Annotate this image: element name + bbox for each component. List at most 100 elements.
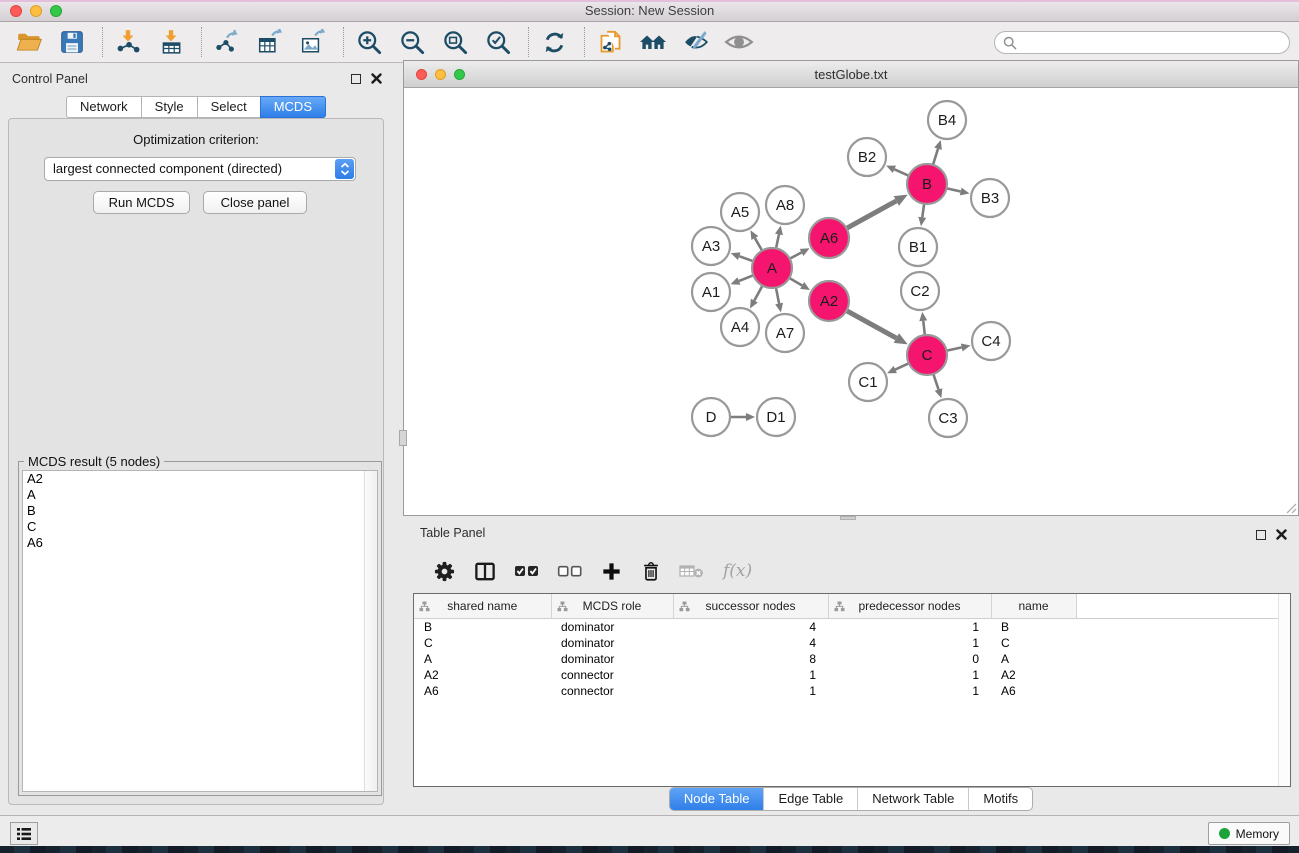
node-table: shared nameMCDS rolesuccessor nodesprede… — [414, 594, 1291, 699]
cell-MCDS-role[interactable]: connector — [551, 683, 673, 699]
graph-edge-A6-B[interactable] — [845, 201, 897, 229]
cell-predecessor-nodes[interactable]: 1 — [828, 667, 991, 683]
cell-name[interactable]: C — [991, 635, 1076, 651]
mcds-result-list: A2ABCA6 — [22, 470, 378, 792]
cell-shared-name[interactable]: B — [414, 618, 551, 635]
memory-button[interactable]: Memory — [1208, 822, 1290, 845]
column-header-successor-nodes[interactable]: successor nodes — [673, 594, 828, 618]
cell-predecessor-nodes[interactable]: 1 — [828, 683, 991, 699]
window-resize-grip[interactable] — [1284, 501, 1297, 514]
table-row[interactable]: Adominator80A — [414, 651, 1291, 667]
select-all-icon[interactable] — [514, 557, 540, 585]
tab-edge-table[interactable]: Edge Table — [763, 788, 857, 810]
tab-mcds[interactable]: MCDS — [260, 96, 326, 118]
tab-style[interactable]: Style — [141, 96, 198, 118]
close-table-panel-icon[interactable] — [1276, 529, 1287, 540]
tab-network[interactable]: Network — [66, 96, 142, 118]
cell-shared-name[interactable]: A6 — [414, 683, 551, 699]
settings-gear-icon[interactable] — [433, 557, 456, 585]
graph-node-label: C3 — [938, 410, 957, 427]
float-panel-icon[interactable] — [351, 74, 361, 84]
delete-table-icon[interactable] — [679, 557, 704, 585]
column-header-MCDS-role[interactable]: MCDS role — [551, 594, 673, 618]
refresh-layout-icon[interactable] — [539, 27, 569, 57]
cell-MCDS-role[interactable]: dominator — [551, 618, 673, 635]
arrowhead-icon — [731, 277, 741, 284]
graph-edge-A2-C[interactable] — [845, 310, 897, 338]
cell-MCDS-role[interactable]: dominator — [551, 651, 673, 667]
cell-shared-name[interactable]: C — [414, 635, 551, 651]
show-hide-details-icon[interactable] — [724, 27, 754, 57]
task-history-button[interactable] — [10, 822, 38, 845]
network-window-titlebar[interactable]: testGlobe.txt — [404, 61, 1298, 88]
graph-node-label: D — [706, 409, 717, 426]
add-column-icon[interactable] — [600, 557, 623, 585]
export-image-icon[interactable] — [298, 27, 328, 57]
list-scrollbar[interactable] — [364, 471, 377, 791]
cell-name[interactable]: A6 — [991, 683, 1076, 699]
cell-MCDS-role[interactable]: connector — [551, 667, 673, 683]
column-header-predecessor-nodes[interactable]: predecessor nodes — [828, 594, 991, 618]
criterion-select[interactable]: largest connected component (directed) — [44, 157, 356, 181]
tab-network-table[interactable]: Network Table — [857, 788, 968, 810]
import-table-icon[interactable] — [156, 27, 186, 57]
cell-MCDS-role[interactable]: dominator — [551, 635, 673, 651]
cell-successor-nodes[interactable]: 4 — [673, 635, 828, 651]
zoom-selected-icon[interactable] — [483, 27, 513, 57]
export-table-icon[interactable] — [255, 27, 285, 57]
deselect-all-icon[interactable] — [557, 557, 583, 585]
graph-node-label: A4 — [731, 319, 749, 336]
search-input[interactable] — [994, 31, 1290, 54]
tab-select[interactable]: Select — [197, 96, 261, 118]
app-titlebar: Session: New Session — [0, 0, 1299, 22]
table-row[interactable]: Cdominator41C — [414, 635, 1291, 651]
visual-properties-icon[interactable] — [681, 27, 711, 57]
delete-column-icon[interactable] — [640, 557, 662, 585]
cell-predecessor-nodes[interactable]: 1 — [828, 618, 991, 635]
close-panel-icon[interactable] — [371, 73, 382, 84]
mcds-result-item[interactable]: A6 — [23, 535, 377, 551]
cell-successor-nodes[interactable]: 4 — [673, 618, 828, 635]
table-row[interactable]: A6connector11A6 — [414, 683, 1291, 699]
save-session-icon[interactable] — [57, 27, 87, 57]
mcds-tab-content: Optimization criterion: largest connecte… — [8, 118, 384, 805]
panel-splitter-grip[interactable] — [399, 430, 407, 446]
mcds-result-item[interactable]: A2 — [23, 471, 377, 487]
close-panel-button[interactable]: Close panel — [203, 191, 307, 214]
tab-motifs[interactable]: Motifs — [968, 788, 1032, 810]
first-neighbors-icon[interactable] — [638, 27, 668, 57]
table-scrollbar[interactable] — [1278, 594, 1290, 786]
cell-successor-nodes[interactable]: 1 — [673, 683, 828, 699]
cell-predecessor-nodes[interactable]: 0 — [828, 651, 991, 667]
duplicate-network-icon[interactable] — [595, 27, 625, 57]
list-icon — [16, 827, 32, 841]
float-table-panel-icon[interactable] — [1256, 530, 1266, 540]
import-network-icon[interactable] — [113, 27, 143, 57]
node-table-container: shared nameMCDS rolesuccessor nodesprede… — [413, 593, 1291, 787]
tab-node-table[interactable]: Node Table — [670, 788, 764, 810]
zoom-in-icon[interactable] — [354, 27, 384, 57]
split-columns-icon[interactable] — [473, 557, 497, 585]
mcds-result-item[interactable]: B — [23, 503, 377, 519]
mcds-result-item[interactable]: A — [23, 487, 377, 503]
column-header-shared-name[interactable]: shared name — [414, 594, 551, 618]
cell-successor-nodes[interactable]: 8 — [673, 651, 828, 667]
cell-successor-nodes[interactable]: 1 — [673, 667, 828, 683]
table-row[interactable]: Bdominator41B — [414, 618, 1291, 635]
export-network-icon[interactable] — [212, 27, 242, 57]
zoom-out-icon[interactable] — [397, 27, 427, 57]
cell-name[interactable]: A2 — [991, 667, 1076, 683]
run-mcds-button[interactable]: Run MCDS — [93, 191, 190, 214]
cell-shared-name[interactable]: A2 — [414, 667, 551, 683]
cell-name[interactable]: A — [991, 651, 1076, 667]
column-header-name[interactable]: name — [991, 594, 1076, 618]
mcds-result-item[interactable]: C — [23, 519, 377, 535]
table-row[interactable]: A2connector11A2 — [414, 667, 1291, 683]
cell-predecessor-nodes[interactable]: 1 — [828, 635, 991, 651]
network-canvas[interactable]: B4B2BB3A5A8A6A3B1AA1C2A2A4A7C4CC1C3DD1 — [404, 88, 1298, 515]
zoom-fit-icon[interactable] — [440, 27, 470, 57]
cell-shared-name[interactable]: A — [414, 651, 551, 667]
function-builder-icon[interactable]: f(x) — [721, 557, 752, 585]
cell-name[interactable]: B — [991, 618, 1076, 635]
open-file-icon[interactable] — [14, 27, 44, 57]
